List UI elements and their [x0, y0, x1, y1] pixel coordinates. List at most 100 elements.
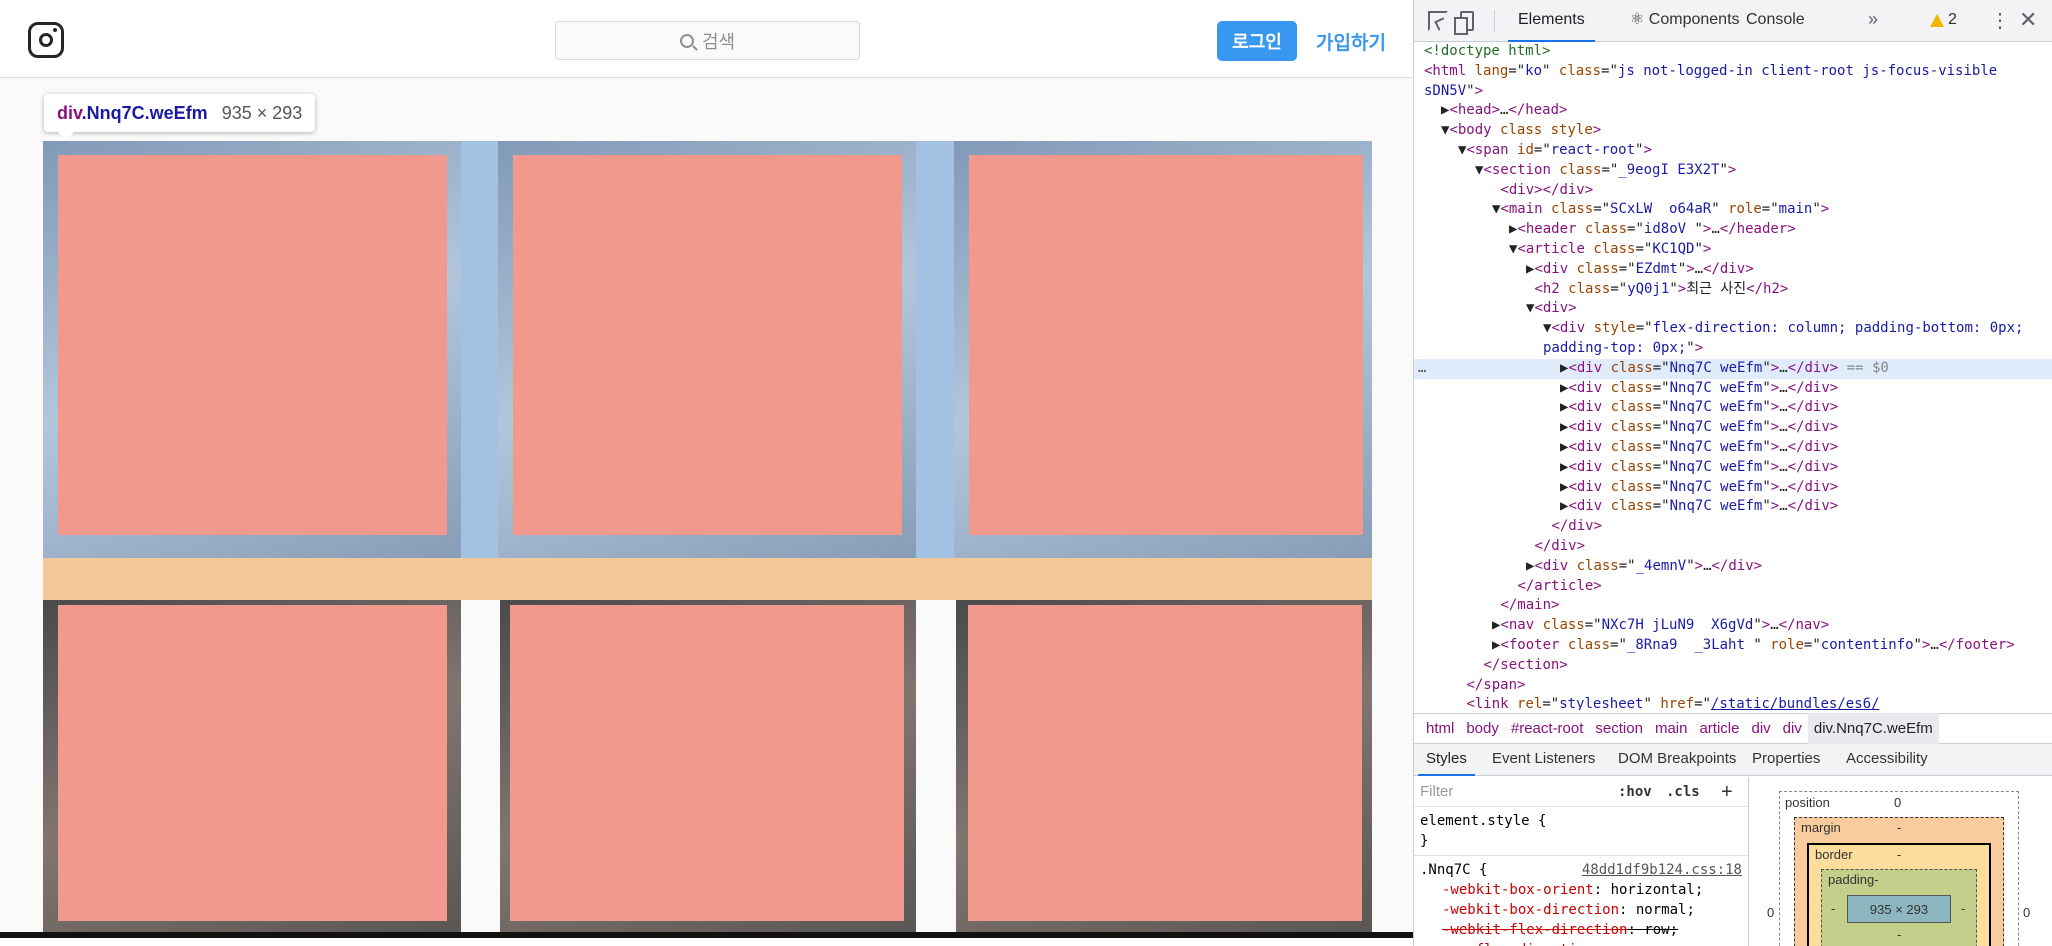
subtab-dom-breakpoints[interactable]: DOM Breakpoints — [1610, 744, 1744, 776]
dom-node-line[interactable]: ▶<div class="Nnq7C weEfm">…</div> — [1414, 379, 2052, 399]
dom-node-line[interactable]: ▼<section class="_9eogI E3X2T"> — [1414, 161, 2052, 181]
signup-link[interactable]: 가입하기 — [1316, 21, 1386, 61]
dom-node-line[interactable]: ▶<div class="Nnq7C weEfm">…</div> — [1414, 418, 2052, 438]
subtab-styles[interactable]: Styles — [1418, 744, 1475, 776]
dom-node-line[interactable]: ▼<div style="flex-direction: column; pad… — [1414, 319, 2052, 339]
dom-node-line[interactable]: </article> — [1414, 577, 2052, 597]
photo-content-overlay — [513, 155, 902, 535]
photo-cell[interactable] — [954, 141, 1372, 558]
photo-cell[interactable] — [500, 600, 916, 932]
margin-label: margin — [1801, 820, 1841, 835]
breadcrumb-item[interactable]: main — [1649, 713, 1694, 744]
css-source-link[interactable]: 48dd1df9b124.css:18 — [1582, 860, 1742, 880]
tab-elements[interactable]: Elements — [1508, 0, 1595, 42]
dom-node-line[interactable]: ▶<div class="Nnq7C weEfm">…</div> — [1414, 497, 2052, 517]
dom-node-line[interactable]: <link rel="stylesheet" href="/static/bun… — [1414, 695, 2052, 710]
photo-cell[interactable] — [43, 141, 461, 558]
photo-cell[interactable] — [43, 600, 461, 932]
more-tabs-icon[interactable]: » — [1868, 9, 1878, 30]
padding-bottom-value: - — [1897, 927, 1902, 942]
warnings-counter[interactable]: 2 — [1930, 11, 1957, 29]
breadcrumb-item[interactable]: section — [1589, 713, 1649, 744]
hover-state-toggle[interactable]: :hov — [1618, 782, 1652, 802]
subtab-event-listeners[interactable]: Event Listeners — [1484, 744, 1603, 776]
dom-node-line[interactable]: ▶<div class="Nnq7C weEfm">…</div> — [1414, 458, 2052, 478]
search-input[interactable]: 검색 — [555, 21, 860, 60]
dom-node-line[interactable]: ▼<div> — [1414, 299, 2052, 319]
instagram-logo-icon[interactable] — [28, 22, 64, 58]
toolbar-divider — [1494, 10, 1495, 32]
dom-node-line[interactable]: </main> — [1414, 596, 2052, 616]
dom-node-line[interactable]: ▶<div class="Nnq7C weEfm">…</div> — [1414, 438, 2052, 458]
photo-cell[interactable] — [956, 600, 1372, 932]
border-label: border — [1815, 847, 1853, 862]
dom-node-line[interactable]: ▶<div class="_4emnV">…</div> — [1414, 557, 2052, 577]
dom-node-line[interactable]: <div></div> — [1414, 181, 2052, 201]
dom-node-line[interactable]: </span> — [1414, 676, 2052, 696]
new-rule-plus-icon[interactable]: + — [1721, 782, 1733, 802]
tab-console[interactable]: Console — [1736, 0, 1815, 42]
styles-subtabs: Styles Event Listeners DOM Breakpoints P… — [1414, 744, 2052, 776]
dom-node-line[interactable]: ▶<head>…</head> — [1414, 101, 2052, 121]
dom-node-line[interactable]: sDN5V"> — [1414, 82, 2052, 102]
dom-node-line[interactable]: <!doctype html> — [1414, 42, 2052, 62]
tab-components[interactable]: ⚛ Components — [1620, 0, 1750, 42]
photo-content-overlay — [58, 605, 447, 921]
css-declaration[interactable]: -ms-flex-direction: row; — [1420, 940, 1742, 946]
tooltip-element-name: div.Nnq7C.weEfm — [57, 102, 208, 123]
dom-node-line[interactable]: ▶<nav class="NXc7H jLuN9 X6gVd">…</nav> — [1414, 616, 2052, 636]
dom-node-line[interactable]: </section> — [1414, 656, 2052, 676]
padding-label: padding- — [1828, 872, 1879, 887]
dom-node-line[interactable]: </div> — [1414, 537, 2052, 557]
margin-highlight — [43, 558, 1372, 600]
page-bottom-edge — [0, 932, 1413, 946]
breadcrumb-item[interactable]: html — [1420, 713, 1460, 744]
devtools-panel: Elements ⚛ Components Console » 2 ⋮ ✕ <!… — [1413, 0, 2052, 946]
devtools-toolbar: Elements ⚛ Components Console » 2 ⋮ ✕ — [1414, 0, 2052, 42]
photo-content-overlay — [510, 605, 904, 921]
border-value: - — [1897, 847, 1902, 862]
dom-node-line[interactable]: ▶<div class="Nnq7C weEfm">…</div> — [1414, 398, 2052, 418]
element-style-rule[interactable]: element.style { } — [1414, 807, 1748, 856]
dom-node-line[interactable]: ▶<div class="Nnq7C weEfm">…</div> — [1414, 478, 2052, 498]
node-menu-dots[interactable]: … — [1418, 359, 1426, 379]
inspect-element-icon[interactable] — [1428, 11, 1448, 31]
breadcrumb-item[interactable]: body — [1460, 713, 1505, 744]
css-declaration[interactable]: -webkit-box-orient: horizontal; — [1420, 880, 1742, 900]
padding-left-value: - — [1831, 901, 1836, 916]
login-button[interactable]: 로그인 — [1217, 21, 1297, 61]
class-toggle[interactable]: .cls — [1666, 782, 1700, 802]
css-declaration[interactable]: -webkit-flex-direction: row; — [1420, 920, 1742, 940]
margin-value: - — [1897, 820, 1902, 835]
dom-node-line[interactable]: ▼<body class style> — [1414, 121, 2052, 141]
dom-tree[interactable]: <!doctype html> <html lang="ko" class="js… — [1414, 42, 2052, 710]
dom-node-line[interactable]: <html lang="ko" class="js not-logged-in … — [1414, 62, 2052, 82]
dom-node-line[interactable]: <h2 class="yQ0j1">최근 사진</h2> — [1414, 280, 2052, 300]
dom-node-line[interactable]: ▶<div class="Nnq7C weEfm">…</div> == $0… — [1414, 358, 2052, 379]
device-toolbar-icon[interactable] — [1454, 11, 1474, 35]
breadcrumb-item[interactable]: #react-root — [1505, 713, 1590, 744]
close-icon[interactable]: ✕ — [2019, 7, 2037, 33]
photo-cell[interactable] — [498, 141, 916, 558]
dom-node-line[interactable]: ▶<footer class="_8Rna9 _3Laht " role="co… — [1414, 636, 2052, 656]
breadcrumb-item[interactable]: div.Nnq7C.weEfm — [1807, 713, 1939, 744]
breadcrumb-item[interactable]: div — [1777, 713, 1808, 744]
photo-row-highlighted — [43, 141, 1372, 558]
breadcrumb-item[interactable]: div — [1745, 713, 1776, 744]
subtab-properties[interactable]: Properties — [1744, 744, 1828, 776]
css-declaration[interactable]: -webkit-box-direction: normal; — [1420, 900, 1742, 920]
dom-node-line[interactable]: ▼<main class="SCxLW o64aR" role="main"> — [1414, 200, 2052, 220]
dom-node-line[interactable]: ▼<span id="react-root"> — [1414, 141, 2052, 161]
dom-node-line[interactable]: </div> — [1414, 517, 2052, 537]
dom-node-line[interactable]: ▶<div class="EZdmt">…</div> — [1414, 260, 2052, 280]
dom-node-line[interactable]: ▼<article class="KC1QD"> — [1414, 240, 2052, 260]
breadcrumb-item[interactable]: article — [1693, 713, 1745, 744]
dom-node-line[interactable]: ▶<header class="id8oV ">…</header> — [1414, 220, 2052, 240]
styles-filter-input[interactable]: Filter — [1420, 782, 1453, 802]
kebab-menu-icon[interactable]: ⋮ — [1990, 8, 2010, 33]
css-rule[interactable]: .Nnq7C { 48dd1df9b124.css:18 -webkit-box… — [1414, 856, 1748, 946]
dom-node-line[interactable]: padding-top: 0px;"> — [1414, 339, 2052, 359]
styles-filter-row: Filter :hov .cls + — [1414, 777, 1748, 807]
subtab-accessibility[interactable]: Accessibility — [1838, 744, 1936, 776]
site-header: 검색 로그인 가입하기 — [0, 0, 1413, 78]
